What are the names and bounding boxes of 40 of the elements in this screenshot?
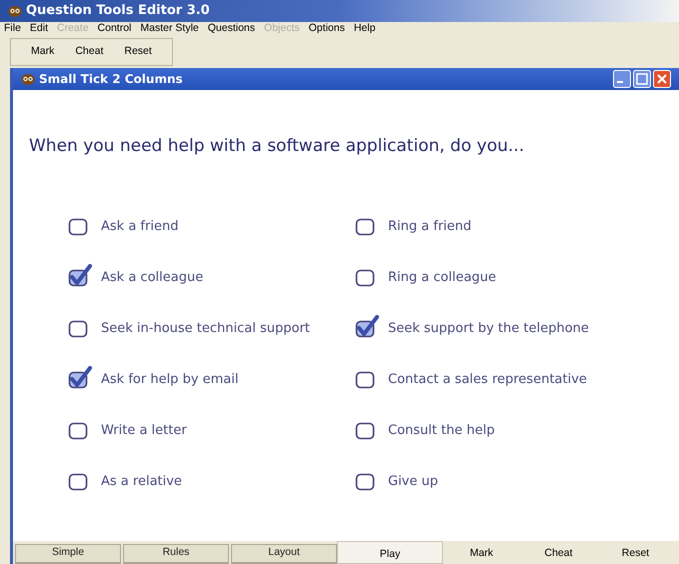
option-label: As a relative: [101, 472, 182, 491]
option-label: Contact a sales representative: [388, 370, 587, 389]
option-label: Give up: [388, 472, 438, 491]
window-title: Question Tools Editor 3.0: [26, 2, 210, 20]
owl-icon: [8, 5, 22, 17]
menu-item[interactable]: Control: [98, 21, 132, 37]
menu-item[interactable]: Help: [354, 21, 376, 37]
maximize-icon[interactable]: [633, 70, 651, 88]
menu-item[interactable]: Edit: [30, 21, 48, 37]
option-label: Ring a friend: [388, 218, 472, 236]
checked-checkbox[interactable]: [68, 366, 94, 390]
option-label: Ask a friend: [101, 218, 178, 236]
option-label: Ring a colleague: [388, 268, 496, 287]
tab[interactable]: Simple: [15, 544, 121, 564]
menu-item[interactable]: File: [4, 21, 21, 37]
bottom-button[interactable]: Cheat: [520, 543, 597, 564]
child-window-title: Small Tick 2 Columns: [39, 71, 184, 88]
toolbar-button[interactable]: Cheat: [75, 44, 104, 60]
tab[interactable]: Layout: [231, 544, 337, 564]
checked-checkbox[interactable]: [355, 314, 381, 338]
option-label: Seek in-house technical support: [101, 320, 310, 338]
option-label: Consult the help: [388, 422, 495, 440]
menu-item[interactable]: Questions: [208, 21, 256, 37]
close-icon[interactable]: [653, 70, 671, 88]
question-text: When you need help with a software application, do you...: [28, 135, 526, 158]
bottom-button[interactable]: Reset: [597, 543, 674, 564]
option-label: Seek support by the telephone: [388, 320, 589, 338]
option-label: Ask a colleague: [101, 268, 204, 287]
checked-checkbox[interactable]: [68, 264, 94, 288]
toolbar-button[interactable]: Mark: [31, 44, 54, 60]
menu-item[interactable]: Options: [308, 21, 345, 37]
option-label: Write a letter: [101, 422, 187, 440]
owl-icon: [21, 73, 35, 85]
option-label: Ask for help by email: [101, 370, 238, 389]
menu-item[interactable]: Master Style: [140, 21, 199, 37]
toolbar-button[interactable]: Reset: [124, 44, 152, 60]
minimize-icon[interactable]: [613, 70, 631, 88]
bottom-button[interactable]: Mark: [443, 543, 520, 564]
tab[interactable]: Play: [337, 541, 443, 564]
tab[interactable]: Rules: [123, 544, 229, 564]
